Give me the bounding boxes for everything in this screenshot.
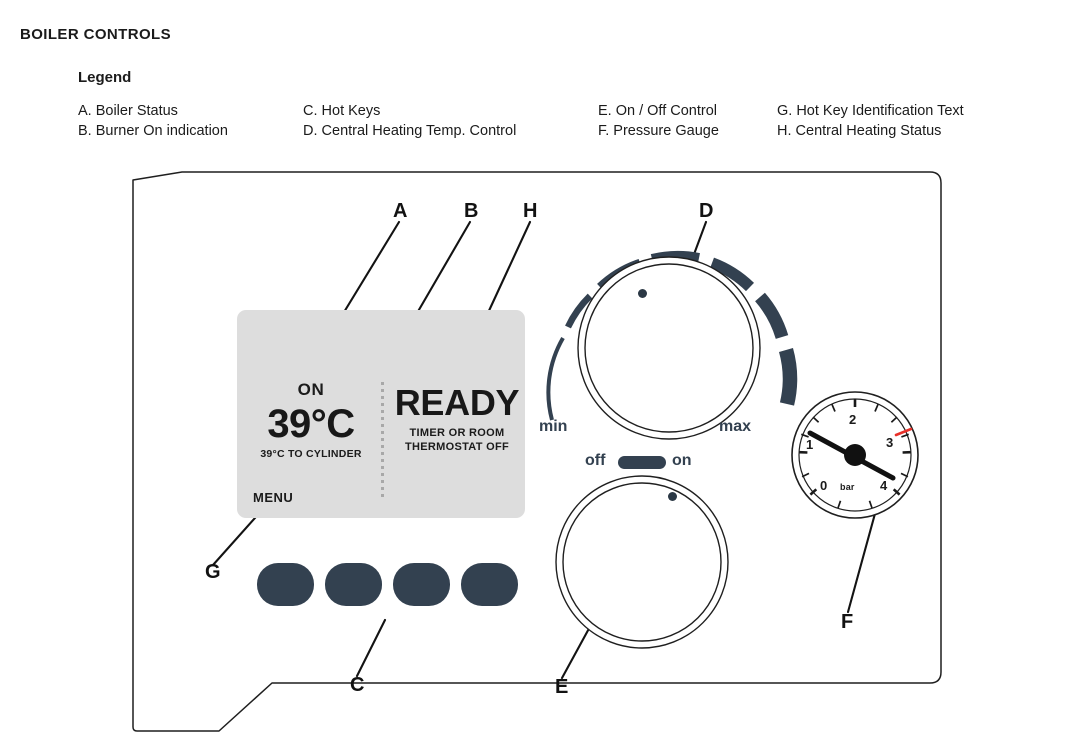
substatus-line-1: TIMER OR ROOM <box>409 427 505 439</box>
gauge-tick-label-0: 0 <box>820 478 828 493</box>
on-off-control[interactable] <box>555 475 729 649</box>
on-off-on-label: on <box>672 452 692 469</box>
hot-key-button-3[interactable] <box>393 563 450 606</box>
hot-key-button-4[interactable] <box>461 563 518 606</box>
pressure-gauge <box>791 391 919 519</box>
callout-letter-h: H <box>523 200 538 222</box>
central-heating-substatus: TIMER OR ROOM THERMOSTAT OFF <box>389 426 525 454</box>
ch-temp-max-label: max <box>719 418 752 435</box>
on-off-knob-indicator-dot <box>668 492 677 501</box>
on-off-indicator-bar <box>618 456 666 469</box>
callout-letter-e: E <box>555 676 569 698</box>
callout-letter-c: C <box>350 674 365 696</box>
gauge-unit-label: bar <box>840 482 855 492</box>
gauge-tick-label-3: 3 <box>886 435 894 450</box>
ch-temp-knob-body[interactable] <box>584 263 754 433</box>
hot-key-button-2[interactable] <box>325 563 382 606</box>
central-heating-status-section: READY TIMER OR ROOM THERMOSTAT OFF <box>389 384 525 454</box>
callout-letter-f: F <box>841 611 854 633</box>
temperature-value: 39°C <box>267 402 355 446</box>
callout-letter-a: A <box>393 200 408 222</box>
hot-water-status: ON <box>297 380 325 399</box>
gauge-tick-label-1: 1 <box>806 437 814 452</box>
substatus-line-2: THERMOSTAT OFF <box>404 441 509 453</box>
callout-letter-b: B <box>464 200 479 222</box>
lcd-divider <box>381 382 384 500</box>
boiler-diagram <box>132 171 942 732</box>
central-heating-status: READY <box>394 382 520 423</box>
lcd-display-panel: ON 39°C 39°C TO CYLINDER READY TIMER OR … <box>237 310 525 518</box>
pressure-gauge-hub <box>844 444 866 466</box>
hot-key-identification-text: MENU <box>253 490 294 505</box>
gauge-tick-label-4: 4 <box>880 478 888 493</box>
ch-temp-min-label: min <box>539 418 568 435</box>
callout-letter-d: D <box>699 200 714 222</box>
on-off-off-label: off <box>585 452 606 469</box>
boiler-status-section: ON 39°C 39°C TO CYLINDER <box>245 380 377 460</box>
callout-letter-g: G <box>205 561 221 583</box>
temperature-subtitle: 39°C TO CYLINDER <box>260 448 362 460</box>
on-off-knob-body[interactable] <box>562 482 722 642</box>
ch-temp-knob-indicator-dot <box>638 289 647 298</box>
gauge-tick-label-2: 2 <box>849 412 857 427</box>
hot-key-button-1[interactable] <box>257 563 314 606</box>
